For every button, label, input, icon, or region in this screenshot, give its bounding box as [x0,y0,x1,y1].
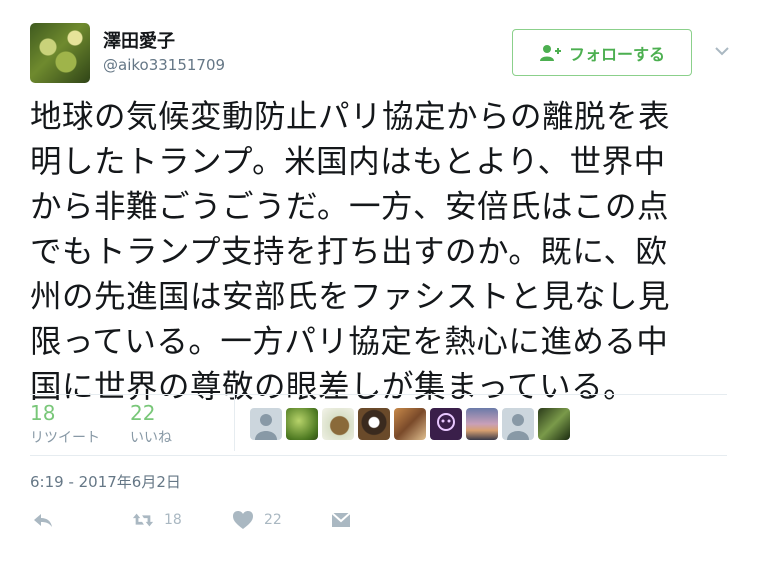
user-handle[interactable]: @aiko33151709 [103,56,225,74]
like-action-count: 22 [264,512,282,528]
divider-top [30,394,727,395]
liker-avatar-6[interactable] [430,408,462,440]
profile-avatar[interactable] [30,23,90,83]
tweet-text: 地球の気候変動防止パリ協定からの離脱を表 明したトランプ。米国内はもとより、世界… [30,99,671,405]
reply-button[interactable] [32,510,54,530]
follow-button-label: フォローする [568,44,665,64]
envelope-icon [331,512,351,527]
heart-icon [233,511,253,529]
liker-avatar-7[interactable] [466,408,498,440]
liker-avatar-2[interactable] [286,408,318,440]
direct-message-button[interactable] [330,510,352,530]
liker-avatar-3[interactable] [322,408,354,440]
retweet-count: 18 [30,401,56,425]
like-stat[interactable]: 22 いいね [130,401,172,447]
chevron-down-icon[interactable] [711,40,733,62]
stats-separator [234,395,235,451]
follow-button[interactable]: フォローする [512,29,692,76]
like-button[interactable]: 22 [232,510,282,530]
retweet-action-count: 18 [164,512,182,528]
retweet-label: リツイート [30,430,100,446]
follow-user-icon [539,44,561,61]
user-display-name[interactable]: 澤田愛子 [103,27,175,53]
like-label: いいね [130,430,172,446]
tweet-timestamp[interactable]: 6:19 - 2017年6月2日 [30,471,181,492]
retweet-stat[interactable]: 18 リツイート [30,401,100,447]
liker-avatars [250,408,570,440]
retweet-icon [132,513,154,527]
like-count: 22 [130,401,156,425]
liker-avatar-1[interactable] [250,408,282,440]
liker-avatar-8[interactable] [502,408,534,440]
retweet-button[interactable]: 18 [132,510,182,530]
liker-avatar-4[interactable] [358,408,390,440]
liker-avatar-9[interactable] [538,408,570,440]
divider-bottom [30,455,727,456]
liker-avatar-5[interactable] [394,408,426,440]
reply-icon [34,514,52,527]
